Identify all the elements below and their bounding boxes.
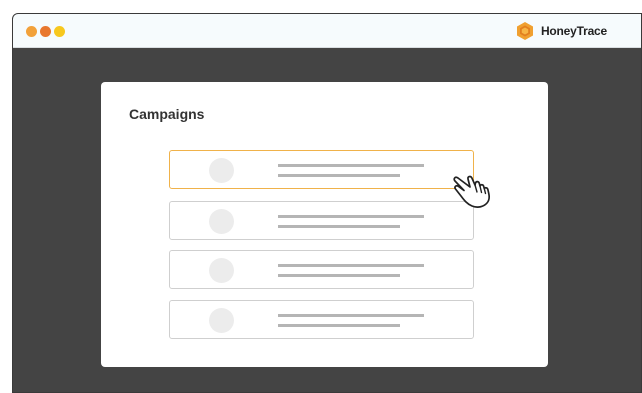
campaign-list-item[interactable]: [169, 201, 474, 240]
avatar: [209, 258, 234, 283]
honeycomb-logo-icon: [516, 22, 533, 40]
text-placeholder-line: [278, 215, 424, 218]
brand-name: HoneyTrace: [540, 24, 607, 38]
text-placeholder-line: [278, 264, 424, 267]
title-bar: HoneyTrace: [13, 14, 641, 48]
text-placeholder-line: [278, 274, 400, 277]
campaign-list-item[interactable]: [169, 300, 474, 339]
text-placeholder-line: [278, 324, 400, 327]
text-placeholder-line: [278, 174, 400, 177]
avatar: [209, 209, 234, 234]
page-title: Campaigns: [129, 106, 205, 122]
brand: HoneyTrace: [515, 21, 607, 41]
window-close-button[interactable]: [26, 26, 37, 37]
text-placeholder-line: [278, 314, 424, 317]
text-placeholder-line: [278, 225, 400, 228]
avatar: [209, 158, 234, 183]
pointer-hand-icon: [453, 175, 491, 208]
campaigns-panel: Campaigns: [101, 82, 548, 367]
campaign-list-item[interactable]: [169, 150, 474, 189]
campaign-list-item[interactable]: [169, 250, 474, 289]
text-placeholder-line: [278, 164, 424, 167]
avatar: [209, 308, 234, 333]
window-minimize-button[interactable]: [40, 26, 51, 37]
browser-window: HoneyTrace Campaigns: [12, 13, 642, 393]
window-zoom-button[interactable]: [54, 26, 65, 37]
